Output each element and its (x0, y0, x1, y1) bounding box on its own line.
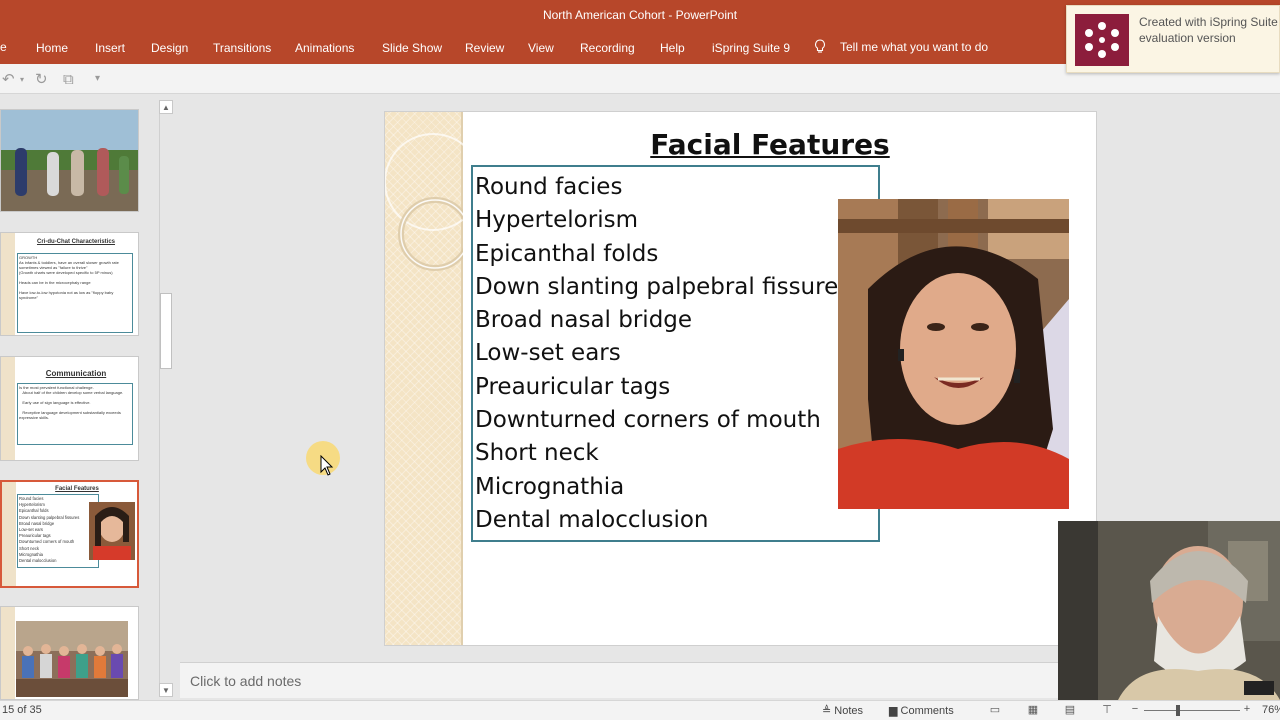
slide-thumbnail-3[interactable]: Communication Is the most prevalent func… (0, 356, 139, 461)
thumbnail-feature-list: Round facies Hypertelorism Epicanthal fold… (17, 494, 99, 568)
slide-thumbnail-1[interactable] (0, 109, 139, 212)
notes-icon: ≜ (822, 705, 835, 717)
thumbnail-title: Communication (45, 369, 107, 378)
thumbnail-title: Cri-du-Chat Characteristics (36, 239, 116, 245)
slide-thumbnail-2[interactable]: Cri-du-Chat Characteristics GROWTH As in… (0, 232, 139, 336)
tell-me-label: Tell me what you want to do (840, 40, 989, 54)
undo-dropdown-icon[interactable]: ▾ (20, 75, 24, 84)
scroll-up-icon[interactable]: ▲ (159, 100, 173, 114)
notes-pane[interactable]: Click to add notes (180, 662, 1058, 698)
zoom-in-icon[interactable]: + (1239, 703, 1255, 717)
thumbnail-decor-strip (1, 233, 15, 335)
ispring-watermark-banner: Created with iSpring Suite evaluation ve… (1066, 5, 1280, 73)
zoom-slider[interactable] (1144, 710, 1240, 711)
tab-transitions[interactable]: Transitions (213, 41, 271, 55)
notes-button[interactable]: ≜ Notes (822, 704, 863, 717)
reading-view-icon[interactable]: ▤ (1062, 703, 1078, 717)
zoom-level[interactable]: 76% (1262, 704, 1280, 716)
customize-toolbar-icon[interactable]: ▾ (95, 73, 100, 84)
slide-decor-strip (385, 112, 482, 645)
thumbnail-scrollbar[interactable] (159, 100, 173, 696)
redo-icon[interactable]: ↻ (35, 70, 48, 88)
tab-insert[interactable]: Insert (95, 41, 125, 55)
feature-item: Dental malocclusion (475, 506, 709, 533)
file-tab[interactable]: e (0, 40, 7, 54)
feature-item: Broad nasal bridge (475, 307, 693, 334)
feature-item: Round facies (475, 174, 623, 200)
slide-count: 15 of 35 (2, 704, 42, 716)
tab-design[interactable]: Design (151, 41, 188, 55)
feature-item: Preauricular tags (475, 373, 671, 400)
feature-item: Epicanthal folds (475, 240, 659, 267)
comment-icon: ▆ (889, 705, 901, 717)
tab-ispring-suite-9[interactable]: iSpring Suite 9 (712, 41, 790, 55)
current-slide[interactable]: Facial Features Round facies Hyperteloris… (384, 111, 1097, 646)
start-slideshow-icon[interactable]: ⧉ (63, 70, 74, 88)
zoom-out-icon[interactable]: − (1127, 703, 1143, 717)
tab-animations[interactable]: Animations (295, 41, 354, 55)
thumbnail-photo-group (1, 110, 138, 211)
slideshow-view-icon[interactable]: ⊤ (1099, 703, 1115, 717)
mouse-pointer-icon (320, 455, 334, 476)
comments-button[interactable]: ▆ Comments (889, 704, 954, 717)
thumbnail-title: Facial Features (55, 486, 99, 492)
feature-item: Down slanting palpebral fissures (475, 273, 851, 300)
comments-button-label: Comments (900, 705, 954, 717)
thumbnail-body: GROWTH As infants & toddlers, have an ov… (17, 253, 133, 333)
notes-placeholder[interactable]: Click to add notes (190, 673, 301, 689)
tab-help[interactable]: Help (660, 41, 685, 55)
normal-view-icon[interactable]: ▭ (987, 703, 1003, 717)
thumbnail-decor-strip (2, 482, 16, 586)
thumbnail-body: Is the most prevalent functional challen… (17, 383, 133, 445)
thumbnail-portrait (89, 502, 135, 560)
slide-decor-circles (385, 133, 482, 271)
notes-button-label: Notes (834, 705, 864, 717)
feature-item: Short neck (475, 440, 599, 467)
lightbulb-icon (815, 39, 825, 53)
thumbnail-group-photo (16, 621, 128, 697)
thumbnail-feature-item: Dental malocclusion (19, 558, 57, 564)
ispring-line-2: evaluation version (1139, 31, 1236, 45)
tab-view[interactable]: View (528, 41, 554, 55)
thumbnail-decor-strip (1, 357, 15, 460)
thumbnail-scroll-thumb[interactable] (160, 293, 172, 369)
feature-text-box[interactable]: Round facies Hypertelorism Epicanthal fold… (471, 165, 880, 542)
ispring-logo (1075, 14, 1129, 66)
tab-slide-show[interactable]: Slide Show (382, 41, 442, 55)
slide-thumbnail-5[interactable] (0, 606, 139, 700)
tab-review[interactable]: Review (465, 41, 504, 55)
ispring-line-1: Created with iSpring Suite (1139, 15, 1278, 29)
tell-me-search[interactable]: Tell me what you want to do (814, 39, 988, 55)
slide-title[interactable]: Facial Features (585, 128, 955, 161)
feature-item: Hypertelorism (475, 207, 638, 234)
slide-thumbnail-4-selected[interactable]: Facial Features Round facies Hyperteloris… (0, 480, 139, 588)
feature-item: Low-set ears (475, 340, 621, 367)
feature-list: Round facies Hypertelorism Epicanthal fold… (473, 167, 878, 537)
scroll-down-icon[interactable]: ▼ (159, 683, 173, 697)
status-bar: 15 of 35 ≜ Notes ▆ Comments ▭ ▦ ▤ ⊤ − + … (0, 700, 1280, 720)
undo-icon[interactable]: ↶ (2, 70, 15, 88)
thumbnail-decor-strip (1, 607, 15, 699)
presenter-webcam (1058, 521, 1280, 700)
slide-sorter-icon[interactable]: ▦ (1025, 703, 1041, 717)
zoom-slider-knob[interactable] (1176, 705, 1180, 716)
feature-item: Downturned corners of mouth (475, 407, 821, 434)
tab-recording[interactable]: Recording (580, 41, 635, 55)
feature-item: Micrognathia (475, 473, 625, 500)
tab-home[interactable]: Home (36, 41, 68, 55)
portrait-photo[interactable] (838, 199, 1069, 509)
